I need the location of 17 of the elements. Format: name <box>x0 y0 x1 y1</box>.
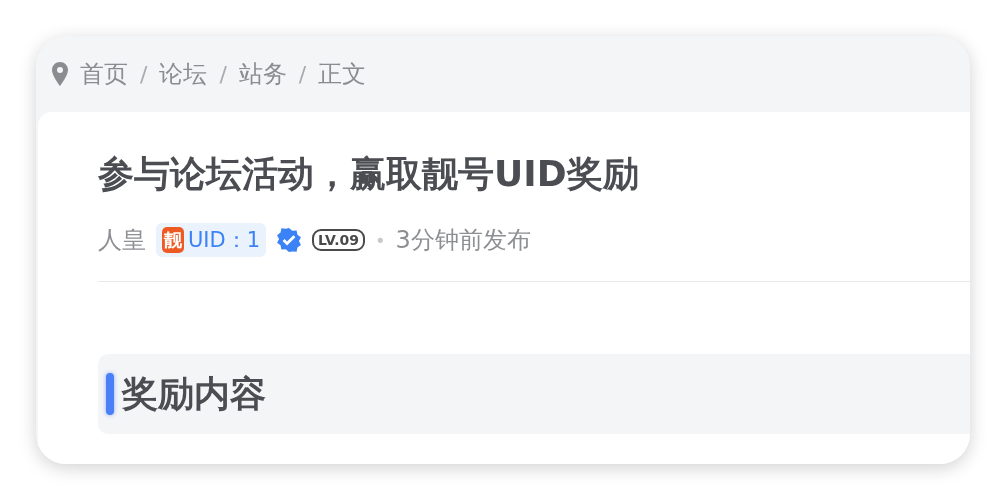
breadcrumb-separator: / <box>140 61 148 87</box>
section-heading: 奖励内容 <box>122 371 266 416</box>
separator-dot: • <box>374 229 386 251</box>
premium-mark: 靓 <box>162 227 184 254</box>
breadcrumb-separator: / <box>219 61 227 87</box>
breadcrumb-link[interactable]: 正文 <box>318 58 367 90</box>
post-time: 3分钟前发布 <box>395 225 531 257</box>
breadcrumb-separator: / <box>298 61 307 87</box>
accent-bar <box>106 373 114 416</box>
breadcrumb-link[interactable]: 论坛 <box>159 58 208 90</box>
breadcrumb-link[interactable]: 站务 <box>238 58 287 90</box>
uid-text: UID：1 <box>188 227 261 255</box>
location-pin-icon <box>52 62 68 86</box>
author-name[interactable]: 人皇 <box>98 224 146 257</box>
post-title: 参与论坛活动，赢取靓号UID奖励 <box>98 152 640 196</box>
level-badge: LV.09 <box>312 229 365 252</box>
breadcrumb-link[interactable]: 首页 <box>80 58 128 90</box>
